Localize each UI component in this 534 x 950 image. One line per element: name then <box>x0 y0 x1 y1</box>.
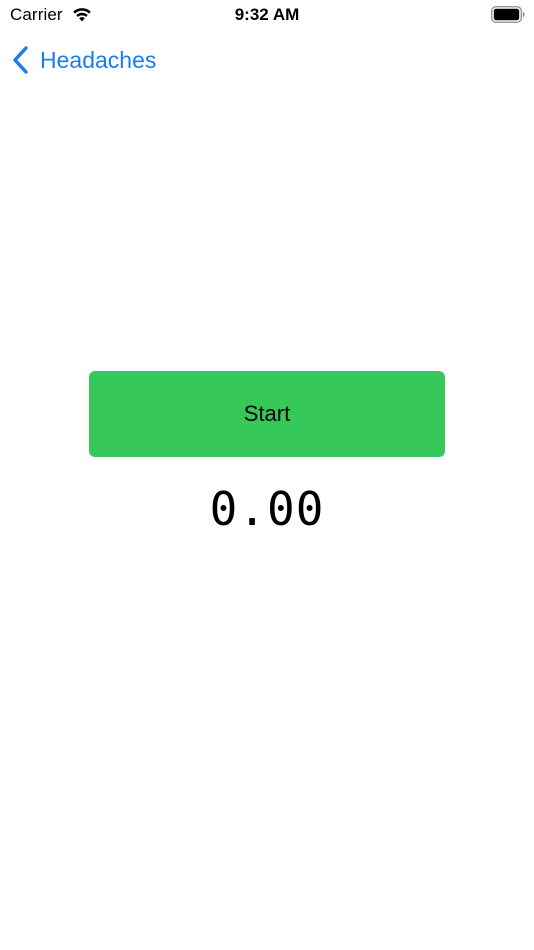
timer-display: 0.00 <box>209 482 325 536</box>
back-button[interactable]: Headaches <box>10 42 156 78</box>
battery-icon <box>491 6 525 23</box>
navigation-bar: Headaches <box>0 30 534 90</box>
status-time: 9:32 AM <box>234 5 300 24</box>
start-button[interactable]: Start <box>89 371 445 457</box>
back-button-label: Headaches <box>40 46 157 73</box>
status-bar: Carrier 9:32 AM <box>0 0 534 30</box>
chevron-left-icon <box>13 46 28 74</box>
